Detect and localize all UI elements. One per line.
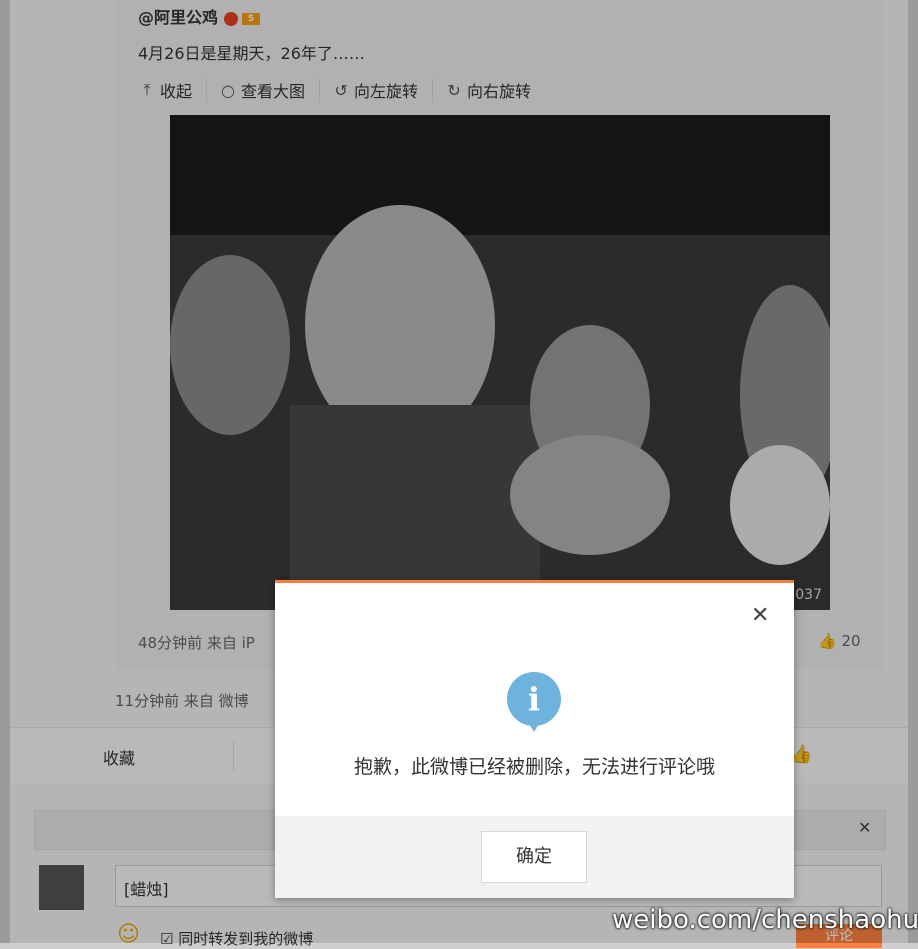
collapse-button[interactable]: ⤒ 收起: [138, 78, 208, 102]
view-large-button[interactable]: ○ 查看大图: [219, 78, 321, 102]
verified-icon: [224, 11, 239, 26]
collapse-icon: ⤒: [143, 80, 151, 99]
rotate-right-icon: ↻: [447, 80, 461, 100]
screenshot-watermark: weibo.com/chenshaohua: [612, 905, 918, 935]
dialog-message: 抱歉，此微博已经被删除，无法进行评论哦: [353, 756, 715, 778]
favorite-button[interactable]: 收藏: [103, 745, 135, 769]
search-icon: ○: [221, 80, 235, 100]
level-badge: 5: [242, 12, 261, 25]
action-divider: [233, 740, 234, 772]
rotate-left-button[interactable]: ↺ 向左旋转: [332, 78, 434, 102]
post-author[interactable]: @阿里公鸡 5: [138, 4, 261, 28]
rotate-right-button[interactable]: ↻ 向右旋转: [445, 78, 545, 102]
post-meta: 11分钟前 来自 微博: [115, 692, 249, 710]
avatar[interactable]: [39, 865, 84, 910]
post-image[interactable]: @阿里公鸡 037: [170, 115, 830, 610]
thumbs-up-icon: 👍: [818, 632, 837, 650]
repost-meta: 48分钟前 来自 iP: [138, 634, 255, 652]
emoji-icon[interactable]: ☺: [117, 922, 140, 947]
error-dialog: ✕ i 抱歉，此微博已经被删除，无法进行评论哦 确定: [275, 580, 794, 898]
dialog-accent-bar: [275, 580, 794, 583]
rotate-left-icon: ↺: [334, 80, 348, 100]
info-icon: i: [507, 672, 561, 732]
post-text: 4月26日是星期天，26年了……: [138, 44, 365, 63]
repost-like[interactable]: 👍 20: [818, 632, 861, 650]
notice-close-icon[interactable]: ✕: [858, 818, 871, 837]
confirm-button[interactable]: 确定: [481, 831, 587, 883]
image-toolbar: ⤒ 收起 ○ 查看大图 ↺ 向左旋转 ↻ 向右旋转: [138, 78, 557, 102]
photo-illustration: [170, 115, 830, 610]
forward-checkbox[interactable]: ☑ 同时转发到我的微博: [160, 928, 313, 949]
close-icon[interactable]: ✕: [751, 603, 769, 628]
